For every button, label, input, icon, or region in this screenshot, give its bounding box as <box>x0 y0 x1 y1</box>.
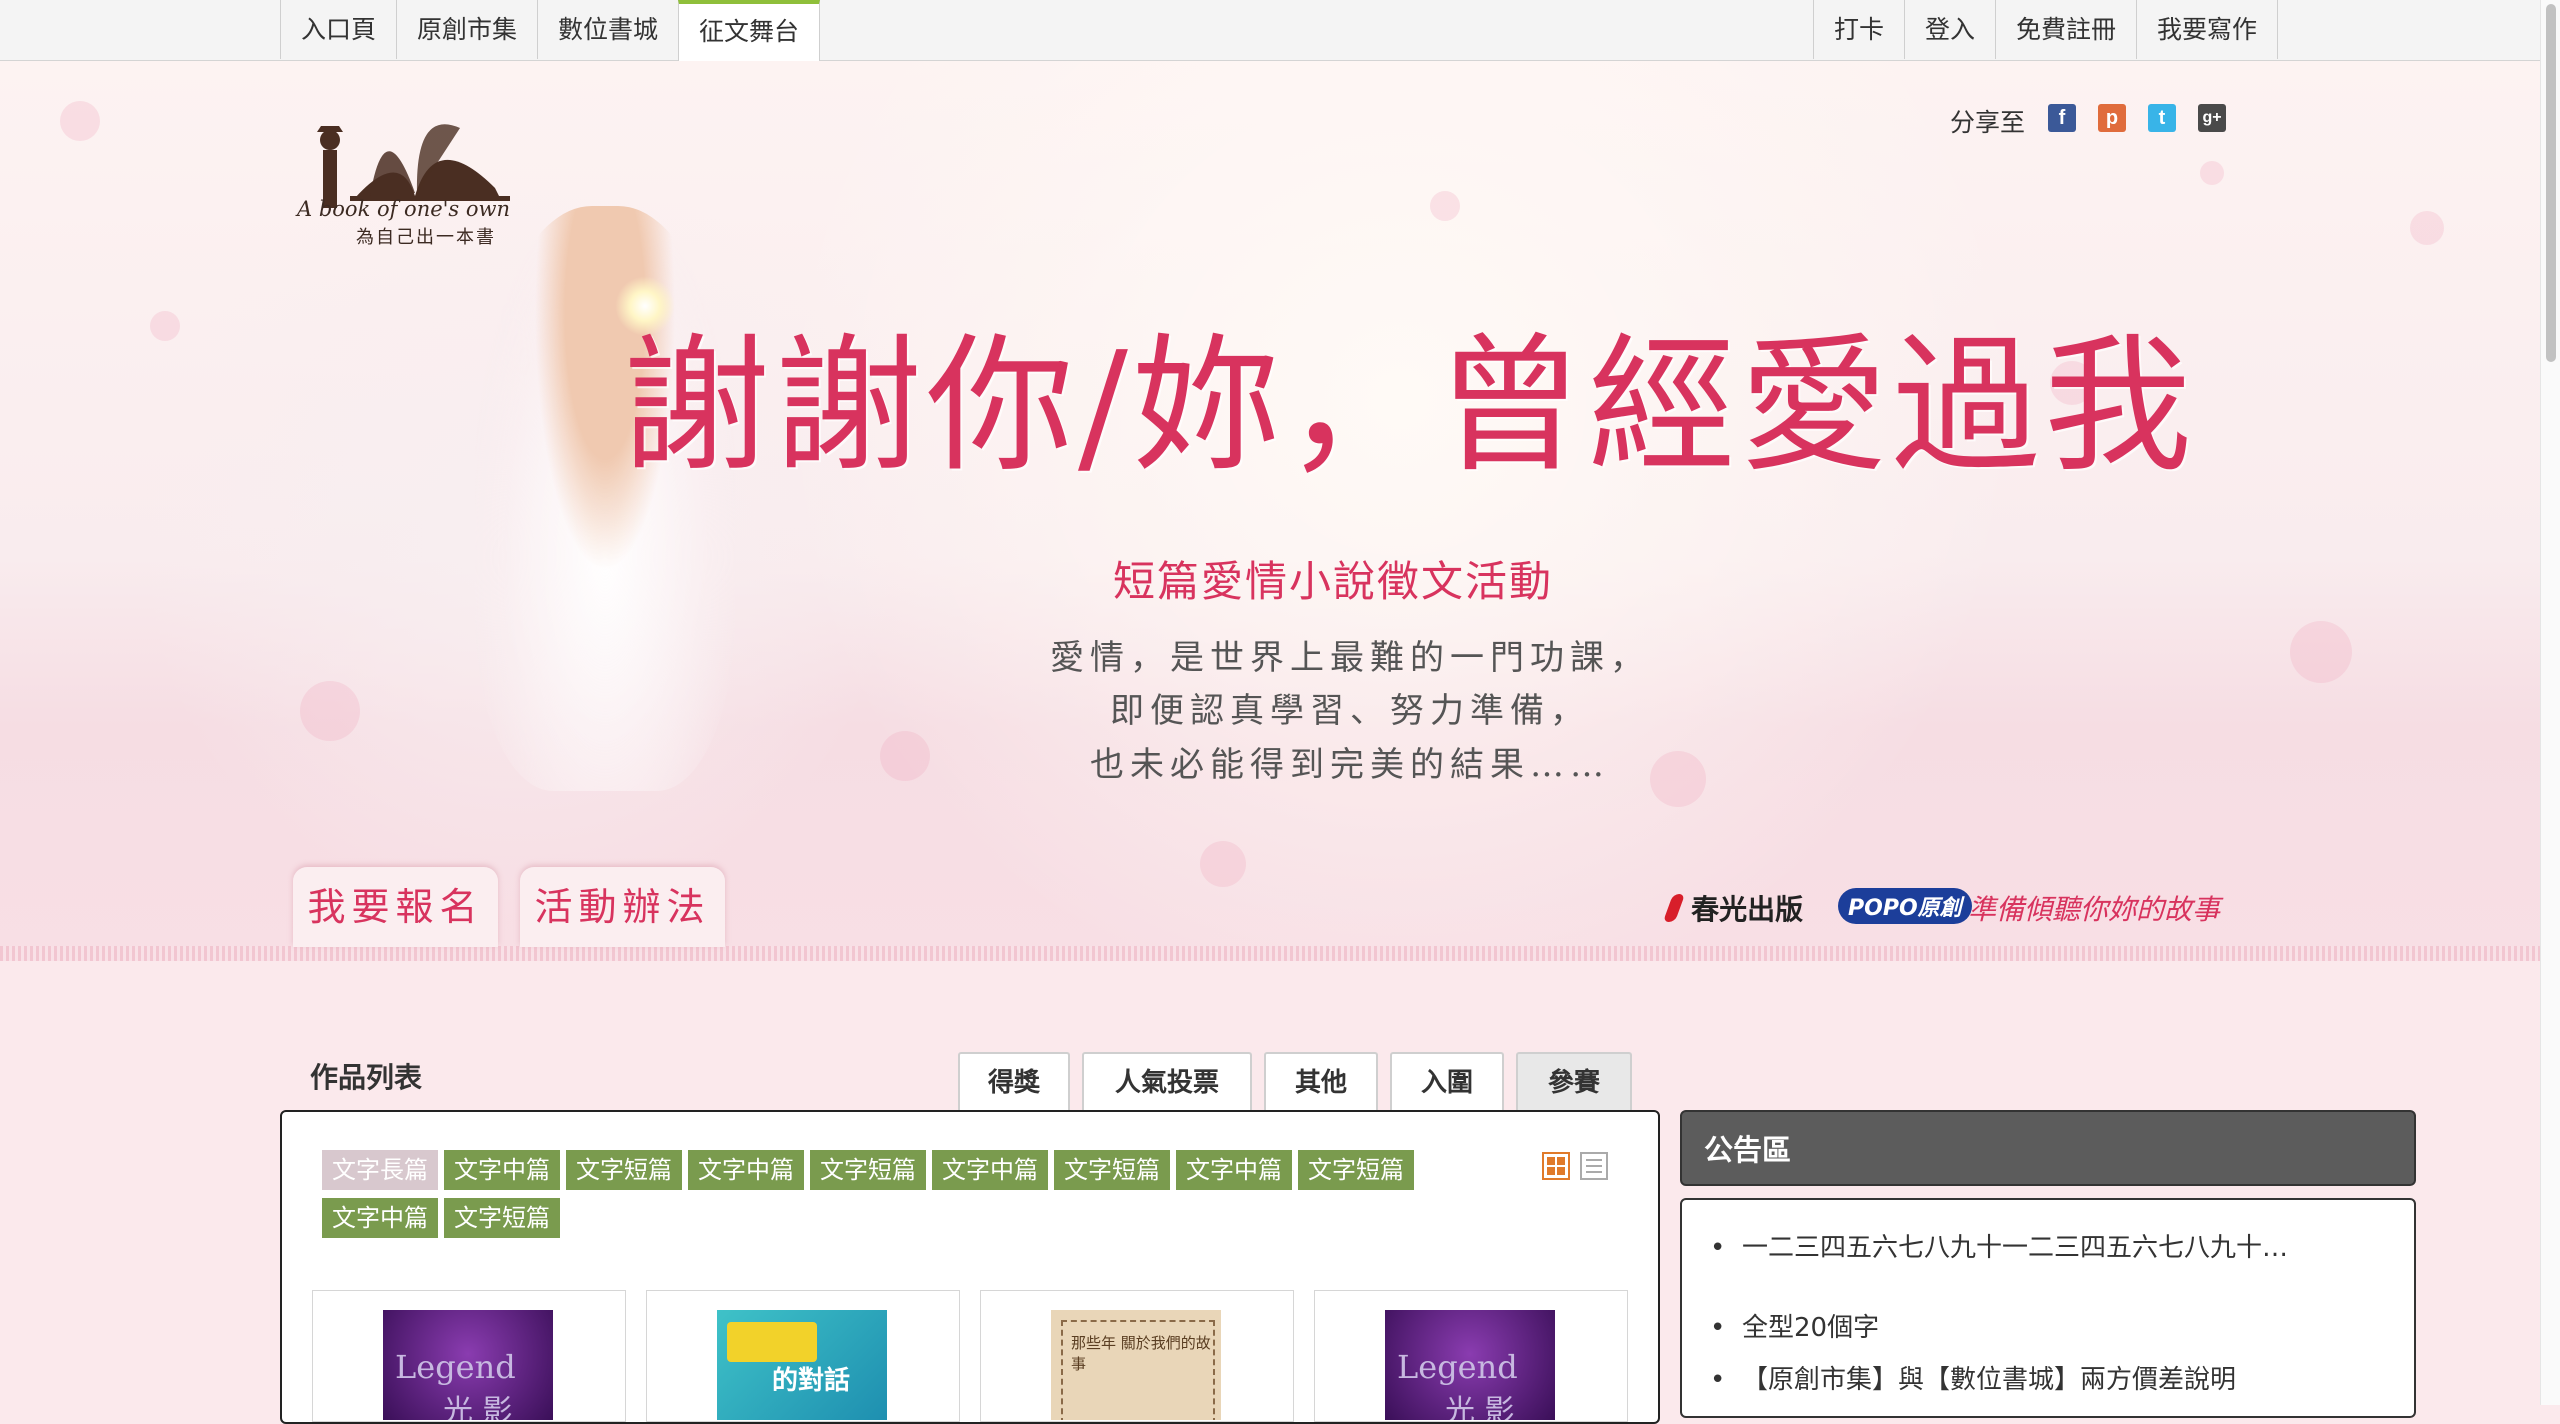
google-plus-icon[interactable]: g+ <box>2198 104 2226 132</box>
nav-write[interactable]: 我要寫作 <box>2135 0 2278 59</box>
nav-register[interactable]: 免費註冊 <box>1994 0 2136 59</box>
tab-popular-vote[interactable]: 人氣投票 <box>1082 1052 1252 1112</box>
decor-dot <box>880 731 930 781</box>
cover-decor <box>727 1322 817 1362</box>
plurk-icon[interactable]: p <box>2098 104 2126 132</box>
decor-dot <box>300 681 360 741</box>
decor-dot <box>1200 841 1246 887</box>
works-tabbar: 得獎 人氣投票 其他 入圍 參賽 <box>958 1052 1632 1112</box>
decor-dot <box>2290 621 2352 683</box>
logo-text: A book of one's own <box>297 197 511 221</box>
nav-digital-bookstore[interactable]: 數位書城 <box>537 0 678 59</box>
notice-header: 公告區 <box>1680 1110 2416 1186</box>
top-nav: 入口頁 原創市集 數位書城 征文舞台 打卡 登入 免費註冊 我要寫作 <box>0 0 2540 62</box>
brand-chunguang: 春光出版 <box>1662 888 1803 928</box>
hero-line-2: 即便認真學習、努力準備， <box>1110 691 1590 731</box>
scrollbar-thumb[interactable] <box>2546 4 2556 362</box>
page-scrollbar[interactable] <box>2540 0 2560 1405</box>
notice-item[interactable]: 【原創市集】與【數位書城】兩方價差說明 <box>1710 1362 2382 1398</box>
tab-award[interactable]: 得獎 <box>958 1052 1070 1112</box>
tag-item[interactable]: 文字長篇 <box>322 1150 438 1190</box>
hero-line-1: 愛情，是世界上最難的一門功課， <box>1050 638 1650 678</box>
decor-dot <box>2200 161 2224 185</box>
facebook-icon[interactable]: f <box>2048 104 2076 132</box>
tag-item[interactable]: 文字中篇 <box>1176 1150 1292 1190</box>
list-view-icon[interactable] <box>1580 1152 1608 1180</box>
decor-dot <box>2410 211 2444 245</box>
decor-dot <box>1430 191 1460 221</box>
logo-subtitle: 為自己出一本書 <box>356 227 496 248</box>
nav-left-group: 入口頁 原創市集 數位書城 征文舞台 <box>280 0 821 62</box>
nav-contest-stage[interactable]: 征文舞台 <box>678 0 821 62</box>
tab-other[interactable]: 其他 <box>1264 1052 1378 1112</box>
tag-item[interactable]: 文字中篇 <box>444 1150 560 1190</box>
brand-popo: POPO原創 <box>1838 888 1972 924</box>
tab-entries[interactable]: 參賽 <box>1516 1052 1632 1112</box>
book-cover[interactable]: 的對話 <box>717 1310 887 1420</box>
notice-item[interactable]: 一二三四五六七八九十一二三四五六七八九十… <box>1710 1230 2382 1266</box>
tag-item[interactable]: 文字短篇 <box>444 1198 560 1238</box>
grid-view-icon[interactable] <box>1542 1152 1570 1180</box>
rules-tab[interactable]: 活動辦法 <box>520 867 725 947</box>
decor-dot <box>60 101 100 141</box>
hero-title: 謝謝你/妳，曾經愛過我 <box>622 320 2196 492</box>
tag-item[interactable]: 文字中篇 <box>688 1150 804 1190</box>
tag-item[interactable]: 文字中篇 <box>322 1198 438 1238</box>
fabric-edge <box>0 946 2540 961</box>
nav-home[interactable]: 入口頁 <box>280 0 396 59</box>
works-title: 作品列表 <box>310 1061 423 1094</box>
book-cover[interactable]: Legend 光 影 <box>383 1310 553 1420</box>
tag-item[interactable]: 文字中篇 <box>932 1150 1048 1190</box>
nav-original-market[interactable]: 原創市集 <box>396 0 537 59</box>
tag-item[interactable]: 文字短篇 <box>566 1150 682 1190</box>
hero-line-3: 也未必能得到完美的結果…… <box>1090 745 1610 785</box>
twitter-icon[interactable]: t <box>2148 104 2176 132</box>
tag-item[interactable]: 文字短篇 <box>1054 1150 1170 1190</box>
notice-item[interactable]: 全型20個字 <box>1710 1310 2382 1346</box>
share-label: 分享至 <box>1950 108 2026 137</box>
hero-subtitle: 短篇愛情小說徵文活動 <box>1113 557 1554 606</box>
brand-slogan: 準備傾聽你妳的故事 <box>1968 893 2221 926</box>
signup-tab[interactable]: 我要報名 <box>293 867 498 947</box>
decor-dot <box>150 311 180 341</box>
tag-item[interactable]: 文字短篇 <box>1298 1150 1414 1190</box>
nav-right-group: 打卡 登入 免費註冊 我要寫作 <box>1812 0 2278 60</box>
notice-box: 一二三四五六七八九十一二三四五六七八九十… 全型20個字 【原創市集】與【數位書… <box>1680 1198 2416 1418</box>
book-cover[interactable]: Legend 光 影 <box>1385 1310 1555 1420</box>
tag-item[interactable]: 文字短篇 <box>810 1150 926 1190</box>
nav-checkin[interactable]: 打卡 <box>1812 0 1904 59</box>
nav-login[interactable]: 登入 <box>1903 0 1995 59</box>
tab-shortlist[interactable]: 入圍 <box>1390 1052 1504 1112</box>
book-cover[interactable]: 那些年 關於我們的故事 <box>1051 1310 1221 1420</box>
decor-dot <box>1650 751 1706 807</box>
